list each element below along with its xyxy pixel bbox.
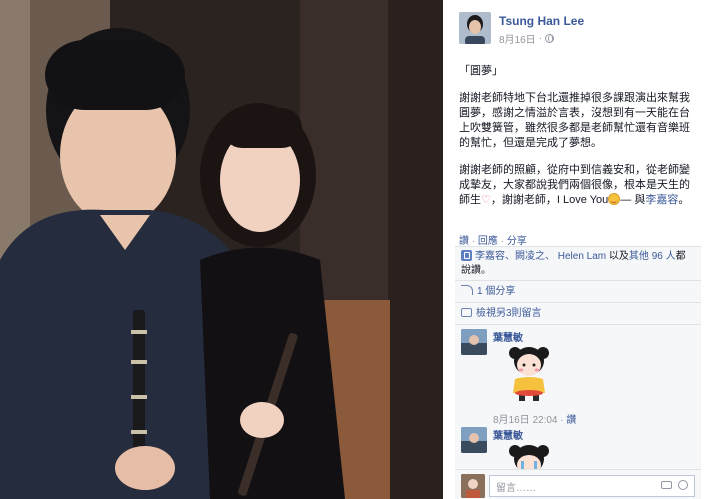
comment-item: 葉慧敏 [461, 427, 697, 469]
post-photo[interactable] [0, 0, 443, 499]
author-avatar[interactable] [459, 12, 491, 44]
post-actions: 讚 · 回應 · 分享 [459, 236, 527, 247]
post-date[interactable]: 8月16日 [499, 31, 536, 46]
post-title: 「圓夢」 [459, 65, 503, 77]
camera-icon[interactable] [661, 481, 672, 489]
viewer-avatar [461, 474, 485, 498]
post-meta: 8月16日 · [499, 31, 555, 46]
crying-sticker-icon [501, 441, 557, 469]
shares-row: 1 個分享 [455, 281, 701, 303]
meta-separator: · [538, 33, 543, 44]
share-icon [461, 285, 473, 295]
photo-illustration [0, 0, 443, 499]
like-icon [461, 250, 472, 261]
other-likers-link[interactable]: 其他 96 人 [629, 251, 676, 262]
comment-like-link[interactable]: 讚 [566, 415, 576, 426]
comment-date[interactable]: 8月16日 22:04 [493, 415, 558, 426]
post-panel: Tsung Han Lee 8月16日 · 「圓夢」 謝謝老師特地下台北還推掉很… [443, 0, 705, 499]
commenter-avatar[interactable] [461, 427, 487, 453]
globe-icon[interactable] [545, 34, 555, 43]
comment-icon [461, 308, 472, 317]
commenter-name[interactable]: 葉慧敏 [493, 427, 523, 442]
comment-item: 葉慧敏 8月16日 22:04 · 讚 [461, 329, 697, 427]
post-body: 「圓夢」 謝謝老師特地下台北還推掉很多課跟演出來幫我圓夢，感謝之情溢於言表，沒想… [459, 64, 697, 220]
comment-input-placeholder: 留言…… [496, 483, 536, 494]
more-comments-row: 檢視另3則留言 [455, 303, 701, 325]
comment-input-row: 留言…… [455, 469, 701, 499]
likes-row: 李嘉容、闕凌之、 Helen Lam 以及其他 96 人都說讚。 [455, 247, 701, 281]
commenter-avatar[interactable] [461, 329, 487, 355]
emoji-icon[interactable] [678, 480, 688, 490]
heart-icon: ♡ [481, 194, 491, 206]
feedback-area: 李嘉容、闕凌之、 Helen Lam 以及其他 96 人都說讚。 1 個分享 檢… [455, 246, 701, 499]
likers-names-link[interactable]: 李嘉容、闕凌之、 Helen Lam [475, 251, 606, 262]
author-name-link[interactable]: Tsung Han Lee [499, 14, 584, 28]
comment-meta: 8月16日 22:04 · 讚 [493, 415, 577, 426]
smile-emoji-icon [608, 193, 621, 205]
tagged-friend-link[interactable]: 李嘉容 [645, 194, 678, 206]
shares-count-link[interactable]: 1 個分享 [477, 286, 515, 297]
comment-input[interactable]: 留言…… [489, 475, 695, 497]
post-paragraph-1: 謝謝老師特地下台北還推掉很多課跟演出來幫我圓夢，感謝之情溢於言表，沒想到有一天能… [459, 92, 690, 149]
view-more-comments-link[interactable]: 檢視另3則留言 [476, 308, 542, 319]
girl-sticker-icon [501, 343, 557, 403]
post-header: Tsung Han Lee 8月16日 · [459, 12, 699, 52]
commenter-name[interactable]: 葉慧敏 [493, 329, 523, 344]
post-paragraph-2: 謝謝老師的照顧，從府中到信義安和，從老師變成摯友，大家都說我們兩個很像，根本是天… [459, 164, 690, 206]
